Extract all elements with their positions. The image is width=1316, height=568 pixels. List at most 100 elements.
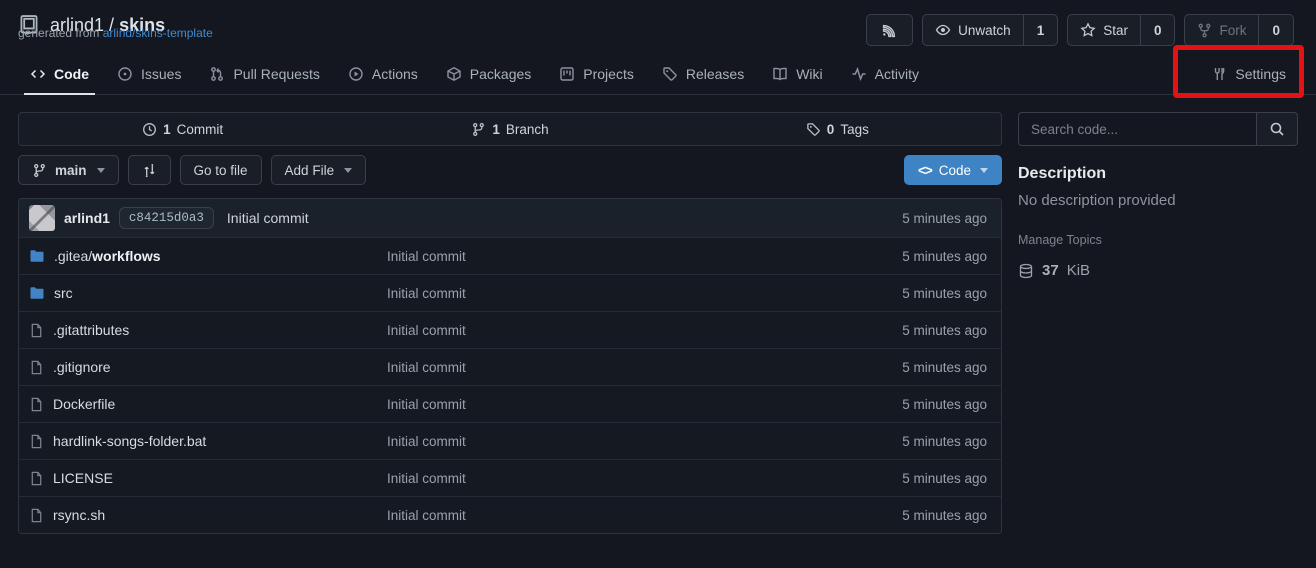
tab-issues[interactable]: Issues <box>105 54 193 94</box>
latest-commit-row: arlind1 c84215d0a3 Initial commit 5 minu… <box>19 199 1001 237</box>
main-content: 1 Commit 1 Branch 0 Tags <box>0 95 1316 534</box>
description-heading: Description <box>1018 165 1298 183</box>
commit-hash-badge[interactable]: c84215d0a3 <box>119 207 214 229</box>
forks-count[interactable]: 0 <box>1258 15 1293 45</box>
code-search <box>1018 112 1298 146</box>
template-repo-link[interactable]: arlind/skins-template <box>103 26 213 40</box>
commit-author-link[interactable]: arlind1 <box>64 210 110 226</box>
table-row: .gitignore Initial commit 5 minutes ago <box>19 348 1001 385</box>
file-link[interactable]: LICENSE <box>29 470 387 486</box>
watch-button-group: Unwatch 1 <box>922 14 1058 46</box>
file-table: arlind1 c84215d0a3 Initial commit 5 minu… <box>18 198 1002 534</box>
repo-sidebar: Description No description provided Mana… <box>1018 112 1298 534</box>
table-row: rsync.sh Initial commit 5 minutes ago <box>19 496 1001 533</box>
branch-icon <box>471 122 486 137</box>
table-row: hardlink-songs-folder.bat Initial commit… <box>19 422 1001 459</box>
file-commit-time: 5 minutes ago <box>902 286 987 301</box>
file-icon <box>29 323 44 338</box>
fork-icon <box>1197 23 1212 38</box>
repo-actions: Unwatch 1 Star 0 <box>866 14 1294 46</box>
file-link[interactable]: .gitignore <box>29 359 387 375</box>
file-commit-message-link[interactable]: Initial commit <box>387 397 902 412</box>
branches-stat[interactable]: 1 Branch <box>346 113 673 145</box>
play-circle-icon <box>348 66 364 82</box>
star-button[interactable]: Star <box>1068 15 1140 45</box>
file-icon <box>29 471 44 486</box>
file-toolbar: main Go to file Add File <> Code <box>18 155 1002 185</box>
file-icon <box>29 360 44 375</box>
project-board-icon <box>559 66 575 82</box>
chevron-down-icon <box>97 168 105 173</box>
fork-button-group: Fork 0 <box>1184 14 1294 46</box>
file-icon <box>29 434 44 449</box>
search-button[interactable] <box>1256 112 1298 146</box>
tab-projects[interactable]: Projects <box>547 54 646 94</box>
file-commit-time: 5 minutes ago <box>902 249 987 264</box>
file-commit-time: 5 minutes ago <box>902 508 987 523</box>
star-label: Star <box>1103 23 1128 38</box>
file-commit-message-link[interactable]: Initial commit <box>387 508 902 523</box>
tab-releases[interactable]: Releases <box>650 54 756 94</box>
search-input[interactable] <box>1018 112 1256 146</box>
tab-packages[interactable]: Packages <box>434 54 543 94</box>
tab-pull-requests[interactable]: Pull Requests <box>197 54 331 94</box>
branch-icon <box>32 163 47 178</box>
rss-button[interactable] <box>866 14 913 46</box>
repo-size: 37 KiB <box>1018 262 1298 279</box>
clock-icon <box>142 122 157 137</box>
code-icon: <> <box>918 163 932 178</box>
star-button-group: Star 0 <box>1067 14 1175 46</box>
commit-message-link[interactable]: Initial commit <box>227 210 309 226</box>
file-commit-message-link[interactable]: Initial commit <box>387 249 902 264</box>
wrench-icon <box>1211 66 1227 82</box>
file-link[interactable]: hardlink-songs-folder.bat <box>29 433 387 449</box>
star-icon <box>1080 22 1096 38</box>
tab-settings[interactable]: Settings <box>1199 54 1298 94</box>
file-commit-message-link[interactable]: Initial commit <box>387 471 902 486</box>
file-link[interactable]: .gitea/workflows <box>29 248 387 264</box>
database-icon <box>1018 263 1034 279</box>
fork-label: Fork <box>1219 23 1246 38</box>
watchers-count[interactable]: 1 <box>1023 15 1058 45</box>
code-download-button[interactable]: <> Code <box>904 155 1002 185</box>
file-commit-message-link[interactable]: Initial commit <box>387 286 902 301</box>
eye-icon <box>935 22 951 38</box>
file-commit-time: 5 minutes ago <box>902 360 987 375</box>
file-commit-message-link[interactable]: Initial commit <box>387 323 902 338</box>
tab-actions[interactable]: Actions <box>336 54 430 94</box>
tags-stat[interactable]: 0 Tags <box>674 113 1001 145</box>
tab-activity[interactable]: Activity <box>839 54 931 94</box>
file-commit-time: 5 minutes ago <box>902 397 987 412</box>
avatar[interactable] <box>29 205 55 231</box>
tab-code[interactable]: Code <box>18 54 101 94</box>
chevron-down-icon <box>980 168 988 173</box>
commit-time: 5 minutes ago <box>902 211 991 226</box>
pulse-icon <box>851 66 867 82</box>
search-icon <box>1269 121 1285 137</box>
file-link[interactable]: Dockerfile <box>29 396 387 412</box>
tab-wiki[interactable]: Wiki <box>760 54 834 94</box>
table-row: src Initial commit 5 minutes ago <box>19 274 1001 311</box>
file-commit-time: 5 minutes ago <box>902 434 987 449</box>
file-commit-message-link[interactable]: Initial commit <box>387 434 902 449</box>
go-to-file-button[interactable]: Go to file <box>180 155 262 185</box>
file-link[interactable]: .gitattributes <box>29 322 387 338</box>
file-link[interactable]: src <box>29 285 387 301</box>
repo-stats-bar: 1 Commit 1 Branch 0 Tags <box>18 112 1002 146</box>
fork-button[interactable]: Fork <box>1185 15 1258 45</box>
tag-icon <box>806 122 821 137</box>
tabbar-spacer <box>935 54 1195 94</box>
manage-topics-link[interactable]: Manage Topics <box>1018 233 1298 247</box>
file-commit-message-link[interactable]: Initial commit <box>387 360 902 375</box>
folder-icon <box>29 248 45 264</box>
unwatch-button[interactable]: Unwatch <box>923 15 1023 45</box>
add-file-button[interactable]: Add File <box>271 155 367 185</box>
stars-count[interactable]: 0 <box>1140 15 1175 45</box>
pull-request-icon <box>209 66 225 82</box>
file-link[interactable]: rsync.sh <box>29 507 387 523</box>
branch-selector[interactable]: main <box>18 155 119 185</box>
settings-tab-wrapper: Settings <box>1199 54 1298 94</box>
compare-button[interactable] <box>128 155 171 185</box>
commits-stat[interactable]: 1 Commit <box>19 113 346 145</box>
description-text: No description provided <box>1018 192 1298 209</box>
